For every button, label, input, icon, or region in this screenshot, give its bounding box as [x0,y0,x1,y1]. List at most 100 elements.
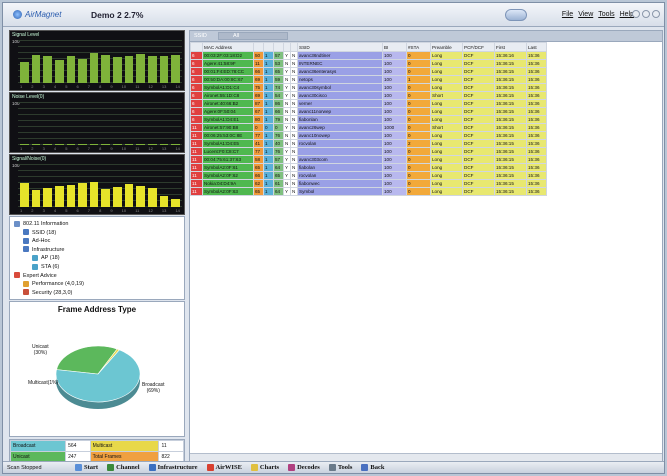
tree-node-icon [23,246,29,253]
chart-bar [78,183,87,207]
tree-item[interactable]: STA (6) [14,263,180,272]
tree-item[interactable]: Infrastructure [14,246,180,255]
table-cell: DCF [462,91,495,100]
pie-chart [55,345,141,409]
table-row[interactable]: 6 Agere:0F:50:04 67 1 66 N Navanc11norwep 100 0 L… [190,107,547,116]
ssid-filter-select[interactable]: All [218,32,288,40]
x-tick-label: 2 [31,84,34,89]
column-header[interactable] [290,42,298,52]
table-row[interactable]: 11 SymbolA2:0F:62 66 1 65 Y Nrocvolan 100 0 Long D… [190,171,547,180]
decodes-icon [288,464,296,472]
chart-label: Signal Level [12,32,40,38]
table-cell: 11 [190,139,203,148]
table-cell: 100 [382,131,407,140]
column-header[interactable]: Preamble [430,42,463,52]
column-header[interactable]: SSID [297,42,383,52]
chart-bar [43,55,52,83]
tree-item-label: Ad-Hoc [32,238,51,245]
menu-tools[interactable]: Tools [598,11,614,18]
close-icon[interactable] [652,10,660,18]
ap-table[interactable]: MAC Address SSID BI #STA Preamble PCF/DCF Firs… [190,42,547,196]
table-row[interactable]: 6 00:01:F4:ED:78:CC 66 1 65 Y Navanc36enterasy… [190,67,547,76]
column-header[interactable]: BI [382,42,407,52]
table-row[interactable]: 6 00:03:2F:03:18:D2 50 1 57 Y Navanc36ndtiner 1… [190,51,547,60]
tree-item[interactable]: SSID (18) [14,229,180,238]
table-row[interactable]: 11 Aironet:57:90:B8 0 0 0 Y Navanc26wep 1000 0 Sh… [190,123,547,132]
column-header[interactable]: Last [526,42,547,52]
column-header[interactable]: First [494,42,527,52]
toolbar-charts-button[interactable]: Charts [250,464,279,472]
table-cell: Long [430,107,463,116]
table-cell: DCF [462,187,495,196]
column-header[interactable]: PCF/DCF [462,42,495,52]
nav-orb-icon[interactable] [505,9,527,21]
table-cell: 66 [253,171,264,180]
table-row[interactable]: 11 SymbolA1:D4:E5 41 1 40 N Nrocvolan 100 2 Long D… [190,139,547,148]
table-cell: 100 [382,67,407,76]
table-cell: Y [283,155,291,164]
table-row[interactable]: 6 SymbolA1:D4:E1 80 1 79 N Nfiabonlan 100 0 Long D… [190,115,547,124]
toolbar-back-button[interactable]: Back [361,464,384,472]
tree-item-label: SSID (18) [32,229,57,236]
table-row[interactable]: 6 SymbolA1:D1:C4 75 1 74 Y Navanc30symbol 100 0 L… [190,83,547,92]
chart-bar [78,59,87,83]
x-tick-label: 9 [110,146,113,151]
chart-bar [148,144,157,145]
tree-item[interactable]: Ad-Hoc [14,237,180,246]
table-row[interactable]: 11 00:06:25:53:0C:8E 77 1 76 N Navanc10nowep 10… [190,131,547,140]
table-row[interactable]: 6 Aironet:40:66:B2 87 1 86 N Nverner 100 0 Long DC… [190,99,547,108]
toolbar-decodes-button[interactable]: Decodes [288,464,320,472]
table-row[interactable]: 6 00:50:DA:00:8C:67 69 1 59 N Nnetops 100 1 Long D… [190,75,547,84]
table-cell: 15:36 [526,163,547,172]
table-cell: 15:36:15 [494,123,527,132]
x-tick-label: 10 [121,146,127,151]
toolbar-channel-button[interactable]: Channel [107,464,140,472]
info-tree[interactable]: 802.11 Information SSID (18) Ad-Hoc Infrast… [9,216,185,300]
table-row[interactable]: 6 Aironet:55:1D:C8 69 1 54 Y Navanc30cisco 100 0… [190,91,547,100]
tree-item[interactable]: Performance (4,0,19) [14,280,180,289]
tree-item[interactable]: Security (28,3,0) [14,289,180,298]
x-tick-label: 7 [87,84,91,89]
menu-view[interactable]: View [578,11,593,18]
minimize-icon[interactable] [632,10,640,18]
column-header[interactable]: MAC Address [202,42,254,52]
table-cell: Y [283,83,291,92]
table-cell: 11 [190,123,203,132]
toolbar-tools-button[interactable]: Tools [328,464,352,472]
column-header[interactable] [263,42,274,52]
table-row[interactable]: 11 SymbolA2:0F:61 65 1 64 Y Nfiabolan 100 0 Long D… [190,163,547,172]
noise-level-chart[interactable]: Noise Level(0) 100 1 2 3 4 5 6 7 8 9 10 11 12 13 14 [9,92,185,153]
table-row[interactable]: 6 Agere:41:58:9F 11 1 53 N N INTERNEC 100 0 Long DC… [190,59,547,68]
table-cell: 62 [253,179,264,188]
menu-file[interactable]: File [562,11,573,18]
tree-item[interactable]: 802.11 Information [14,220,180,229]
table-cell: Long [430,171,463,180]
table-row[interactable]: 11 Nokia:04:D4:9A 62 1 61 N Nfiabonwec 100 0 Long… [190,179,547,188]
column-header[interactable]: #STA [406,42,431,52]
table-row[interactable]: 11 SymbolA2:0F:63 65 1 64 Y N Symbol 100 0 Long DCF… [190,187,547,196]
column-header[interactable] [253,42,264,52]
column-header[interactable] [190,42,203,52]
tree-item[interactable]: AP (18) [14,254,180,263]
table-cell: 0 [406,107,431,116]
tree-item[interactable]: Expert Advice [14,272,180,281]
column-header[interactable] [283,42,291,52]
toolbar-start-button[interactable]: Start [75,464,98,472]
table-row[interactable]: 11 00:04:75:61:37:63 58 1 57 Y Navanc303com 100… [190,155,547,164]
table-row[interactable]: 11 Lucent:F0:C8:C7 77 1 76 Y N 100 0 Long DCF 15:36… [190,147,547,156]
table-cell: Agere:0F:50:04 [202,107,254,116]
column-header[interactable] [273,42,284,52]
table-cell: N [283,179,291,188]
horizontal-scrollbar[interactable] [190,453,662,461]
maximize-icon[interactable] [642,10,650,18]
x-tick-label: 4 [53,208,57,213]
table-cell: DCF [462,123,495,132]
broadcast-label: Broadcast (69%) [142,382,165,394]
table-cell: N [283,75,291,84]
x-tick-label: 7 [87,146,91,151]
signal-level-chart[interactable]: Signal Level 100 1 2 3 4 5 6 7 8 9 10 11 12 13 14 [9,30,185,91]
table-cell: 0 [273,123,284,132]
signal-noise-chart[interactable]: Signal/Noise(0) 100 1 2 3 4 5 6 7 8 9 10 11 12 13 14 [9,154,185,215]
toolbar-infrastructure-button[interactable]: Infrastructure [148,464,198,472]
toolbar-airwise-button[interactable]: AirWISE [206,464,242,472]
